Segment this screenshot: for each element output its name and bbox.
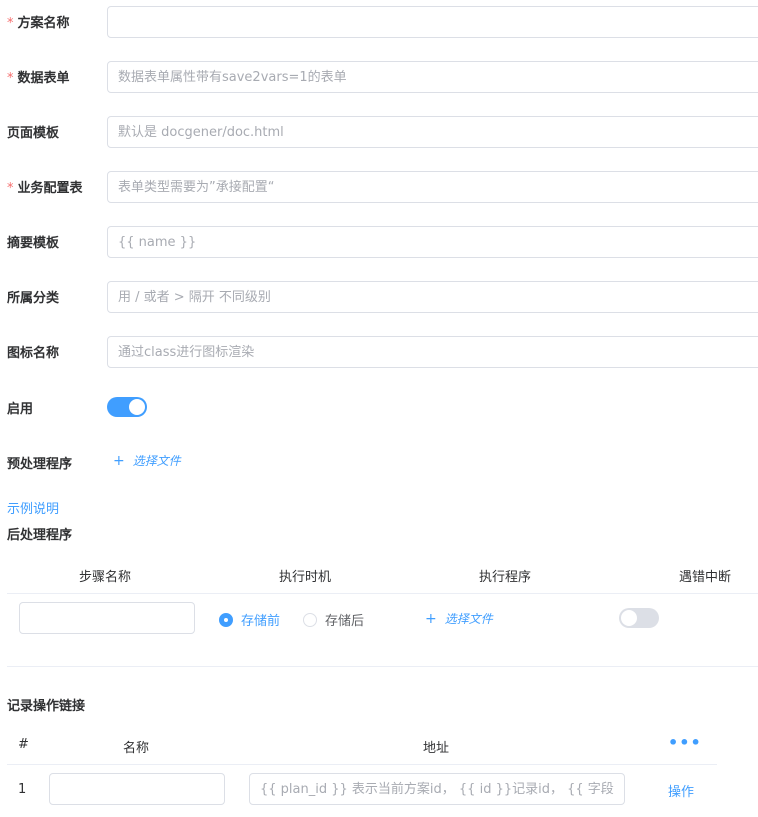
- label-enable: 启用: [7, 402, 34, 417]
- label-data-form: * 数据表单: [7, 71, 70, 86]
- select-file-label: 选择文件: [132, 454, 181, 468]
- radio-checked-icon: [219, 612, 233, 627]
- steps-header-divider: [7, 593, 758, 594]
- link-action-button[interactable]: 操作: [668, 781, 694, 800]
- link-row-index: 1: [18, 782, 27, 797]
- radio-unchecked-icon: [303, 612, 317, 627]
- steps-header-name: 步骤名称: [79, 570, 132, 585]
- link-address-input[interactable]: [249, 773, 625, 805]
- select-file-label: 选择文件: [444, 612, 493, 626]
- label-icon-name: 图标名称: [7, 346, 60, 361]
- links-section-title: 记录操作链接: [7, 699, 86, 714]
- switch-knob: [621, 610, 637, 626]
- icon-name-input[interactable]: [107, 336, 758, 368]
- links-header-name: 名称: [123, 741, 150, 756]
- category-input[interactable]: [107, 281, 758, 313]
- link-name-input[interactable]: [49, 773, 225, 805]
- step-name-input[interactable]: [19, 602, 195, 634]
- steps-bottom-divider: [7, 666, 758, 667]
- page-template-input[interactable]: [107, 116, 758, 148]
- plus-icon: +: [425, 610, 437, 627]
- abort-on-error-switch[interactable]: [619, 608, 659, 628]
- business-config-input[interactable]: [107, 171, 758, 203]
- links-header-index: #: [18, 737, 29, 752]
- data-form-input[interactable]: [107, 61, 758, 93]
- more-icon[interactable]: •••: [668, 733, 702, 752]
- label-category: 所属分类: [7, 291, 60, 306]
- preprocess-select-file-button[interactable]: + 选择文件: [113, 452, 181, 469]
- step-select-file-button[interactable]: + 选择文件: [425, 610, 493, 627]
- timing-radio-before[interactable]: 存储前: [219, 610, 280, 629]
- label-summary-template: 摘要模板: [7, 236, 60, 251]
- links-header-divider: [7, 764, 717, 765]
- steps-header-program: 执行程序: [479, 570, 532, 585]
- steps-header-timing: 执行时机: [279, 570, 332, 585]
- enable-switch[interactable]: [107, 397, 147, 417]
- label-business-config: * 业务配置表: [7, 181, 83, 196]
- example-link[interactable]: 示例说明: [7, 498, 59, 517]
- steps-header-abort: 遇错中断: [679, 570, 732, 585]
- timing-radio-after[interactable]: 存储后: [303, 610, 364, 629]
- plus-icon: +: [113, 452, 125, 469]
- label-page-template: 页面模板: [7, 126, 60, 141]
- label-plan-name: * 方案名称: [7, 16, 70, 31]
- label-preprocess: 预处理程序: [7, 457, 73, 472]
- summary-template-input[interactable]: [107, 226, 758, 258]
- plan-name-input[interactable]: [107, 6, 758, 38]
- links-header-address: 地址: [423, 741, 450, 756]
- label-postprocess: 后处理程序: [7, 528, 73, 543]
- switch-knob: [129, 399, 145, 415]
